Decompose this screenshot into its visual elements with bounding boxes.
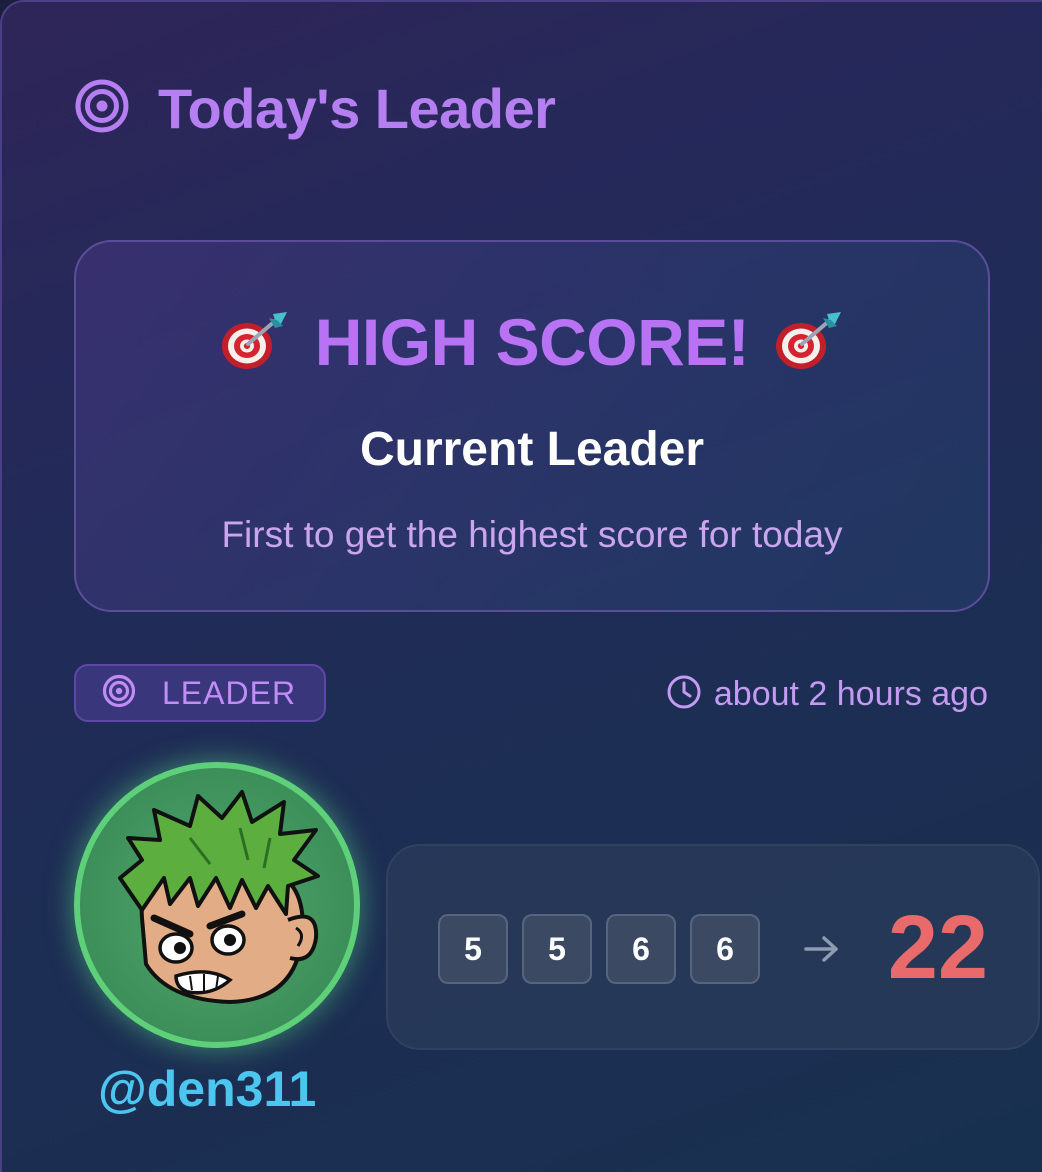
high-score-title: HIGH SCORE! bbox=[314, 305, 750, 379]
high-score-title-row: HIGH SCORE! bbox=[76, 304, 988, 380]
clock-icon bbox=[666, 674, 702, 715]
timestamp-label: about 2 hours ago bbox=[713, 675, 988, 713]
roll-total: 22 bbox=[887, 898, 988, 998]
leader-badge: LEADER bbox=[74, 664, 326, 722]
die: 5 bbox=[522, 914, 592, 984]
page-title: Today's Leader bbox=[158, 76, 556, 140]
hero-subtitle: Current Leader bbox=[359, 423, 705, 476]
die: 6 bbox=[690, 914, 760, 984]
roll-panel: 5 5 6 6 22 bbox=[386, 844, 1040, 1050]
dart-target-icon bbox=[771, 308, 847, 377]
avatar[interactable] bbox=[74, 762, 360, 1048]
die: 6 bbox=[606, 914, 676, 984]
leader-card: Today's Leader HIGH SCORE! Current Leade… bbox=[0, 0, 1042, 1172]
cartoon-avatar-image bbox=[118, 790, 320, 1005]
arrow-right-icon bbox=[802, 934, 842, 964]
target-icon bbox=[74, 78, 130, 139]
timestamp: about 2 hours ago bbox=[666, 674, 988, 715]
hero-description: First to get the highest score for today bbox=[221, 514, 843, 555]
username[interactable]: @den311 bbox=[98, 1060, 316, 1118]
badge-label: LEADER bbox=[162, 674, 297, 711]
high-score-banner: HIGH SCORE! Current Leader First to get … bbox=[74, 240, 990, 612]
die: 5 bbox=[438, 914, 508, 984]
card-header: Today's Leader bbox=[74, 76, 556, 140]
dice-row: 5 5 6 6 bbox=[438, 914, 842, 984]
target-icon bbox=[102, 674, 136, 713]
dart-target-icon bbox=[217, 308, 293, 377]
